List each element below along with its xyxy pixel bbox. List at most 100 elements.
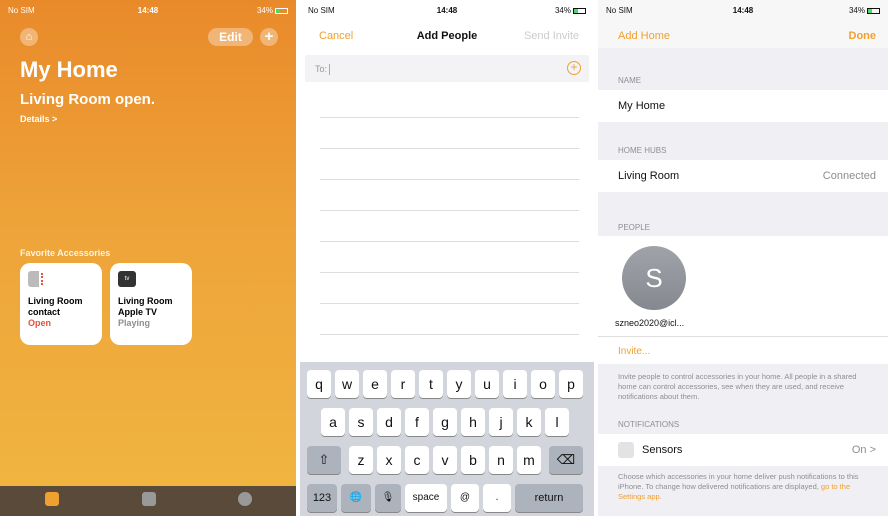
page-title: My Home (20, 57, 118, 82)
section-header-people: PEOPLE (618, 223, 651, 232)
divider (320, 303, 579, 304)
accessory-name-line1: Living Room (118, 296, 173, 306)
add-contact-icon[interactable]: + (567, 61, 581, 75)
key-n[interactable]: n (489, 446, 513, 474)
key-y[interactable]: y (447, 370, 471, 398)
add-button[interactable]: + (260, 28, 278, 46)
home-tab-icon[interactable] (45, 492, 59, 506)
battery-icon (275, 7, 288, 14)
sensor-icon (618, 442, 634, 458)
send-invite-button[interactable]: Send Invite (524, 30, 579, 42)
text-cursor (329, 64, 331, 76)
key-o[interactable]: o (531, 370, 555, 398)
home-hub-row[interactable]: Living Room Connected (598, 160, 888, 192)
divider (320, 241, 579, 242)
carrier-label: No SIM (606, 6, 633, 15)
contact-sensor-icon (28, 271, 46, 287)
delete-key[interactable]: ⌫ (549, 446, 583, 474)
time-label: 14:48 (732, 6, 754, 15)
key-j[interactable]: j (489, 408, 513, 436)
status-bar: No SIM 14:48 34% (0, 0, 296, 20)
key-q[interactable]: q (307, 370, 331, 398)
microphone-key[interactable]: 🎙 (375, 484, 401, 512)
home-status-summary: Living Room open. (20, 91, 155, 108)
key-w[interactable]: w (335, 370, 359, 398)
globe-key[interactable]: 🌐 (341, 484, 371, 512)
nav-bar: Cancel Add People Send Invite (300, 30, 594, 50)
sensors-value: On > (851, 444, 876, 456)
key-v[interactable]: v (433, 446, 457, 474)
return-key[interactable]: return (515, 484, 583, 512)
person-email: szneo2020@icl... (615, 318, 685, 328)
key-m[interactable]: m (517, 446, 541, 474)
dot-key[interactable]: . (483, 484, 511, 512)
time-label: 14:48 (137, 6, 159, 15)
sensors-row[interactable]: Sensors On > (598, 434, 888, 466)
divider (320, 117, 579, 118)
details-link[interactable]: Details > (20, 114, 57, 124)
status-bar: No SIM 14:48 34% (300, 0, 594, 20)
done-button[interactable]: Done (849, 30, 877, 42)
accessory-status: Open (28, 318, 52, 328)
shift-key[interactable]: ⇧ (307, 446, 341, 474)
battery-label: 34% (554, 6, 571, 15)
divider (320, 179, 579, 180)
key-g[interactable]: g (433, 408, 457, 436)
automation-tab-icon[interactable] (238, 492, 252, 506)
rooms-tab-icon[interactable] (142, 492, 156, 506)
key-a[interactable]: a (321, 408, 345, 436)
key-i[interactable]: i (503, 370, 527, 398)
space-key[interactable]: space (405, 484, 447, 512)
key-d[interactable]: d (377, 408, 401, 436)
key-s[interactable]: s (349, 408, 373, 436)
add-people-screen: No SIM 14:48 34% Cancel Add People Send … (300, 0, 594, 516)
hub-status: Connected (822, 170, 876, 182)
carrier-label: No SIM (308, 6, 335, 15)
key-r[interactable]: r (391, 370, 415, 398)
nav-bar: Add Home Done (598, 20, 888, 48)
divider (320, 272, 579, 273)
cancel-button[interactable]: Cancel (319, 30, 353, 42)
accessory-tile-contact[interactable]: Living Room contact Open (20, 263, 102, 345)
accessory-tile-apple-tv[interactable]: tv Living Room Apple TV Playing (110, 263, 192, 345)
notifications-footer: Choose which accessories in your home de… (618, 472, 876, 502)
favorites-header: Favorite Accessories (20, 248, 111, 258)
home-icon[interactable]: ⌂ (20, 28, 38, 46)
to-field[interactable]: To: + (305, 55, 589, 82)
key-c[interactable]: c (405, 446, 429, 474)
accessory-name-line2: Apple TV (118, 307, 158, 317)
key-u[interactable]: u (475, 370, 499, 398)
key-p[interactable]: p (559, 370, 583, 398)
key-z[interactable]: z (349, 446, 373, 474)
invite-footer: Invite people to control accessories in … (618, 372, 857, 401)
apple-tv-icon: tv (118, 271, 136, 287)
accessory-name-line2: contact (28, 307, 61, 317)
carrier-label: No SIM (8, 6, 35, 15)
key-e[interactable]: e (363, 370, 387, 398)
key-b[interactable]: b (461, 446, 485, 474)
home-name-value: My Home (618, 100, 666, 112)
section-header-hubs: HOME HUBS (618, 146, 667, 155)
back-button[interactable]: Add Home (618, 30, 670, 42)
home-name-field[interactable]: My Home (598, 90, 888, 122)
key-h[interactable]: h (461, 408, 485, 436)
battery-label: 34% (256, 6, 273, 15)
battery-icon (867, 7, 880, 14)
key-x[interactable]: x (377, 446, 401, 474)
page-title: Add People (416, 30, 478, 42)
invite-link[interactable]: Invite... (618, 346, 650, 357)
key-f[interactable]: f (405, 408, 429, 436)
battery-label: 34% (848, 6, 865, 15)
key-l[interactable]: l (545, 408, 569, 436)
key-t[interactable]: t (419, 370, 443, 398)
home-screen: No SIM 14:48 34% ⌂ Edit + My Home Living… (0, 0, 296, 516)
to-label: To: (315, 64, 328, 74)
divider (320, 148, 579, 149)
key-k[interactable]: k (517, 408, 541, 436)
numbers-key[interactable]: 123 (307, 484, 337, 512)
accessory-name-line1: Living Room (28, 296, 83, 306)
edit-button[interactable]: Edit (208, 28, 253, 46)
at-key[interactable]: @ (451, 484, 479, 512)
divider (320, 210, 579, 211)
avatar[interactable]: S (622, 246, 686, 310)
